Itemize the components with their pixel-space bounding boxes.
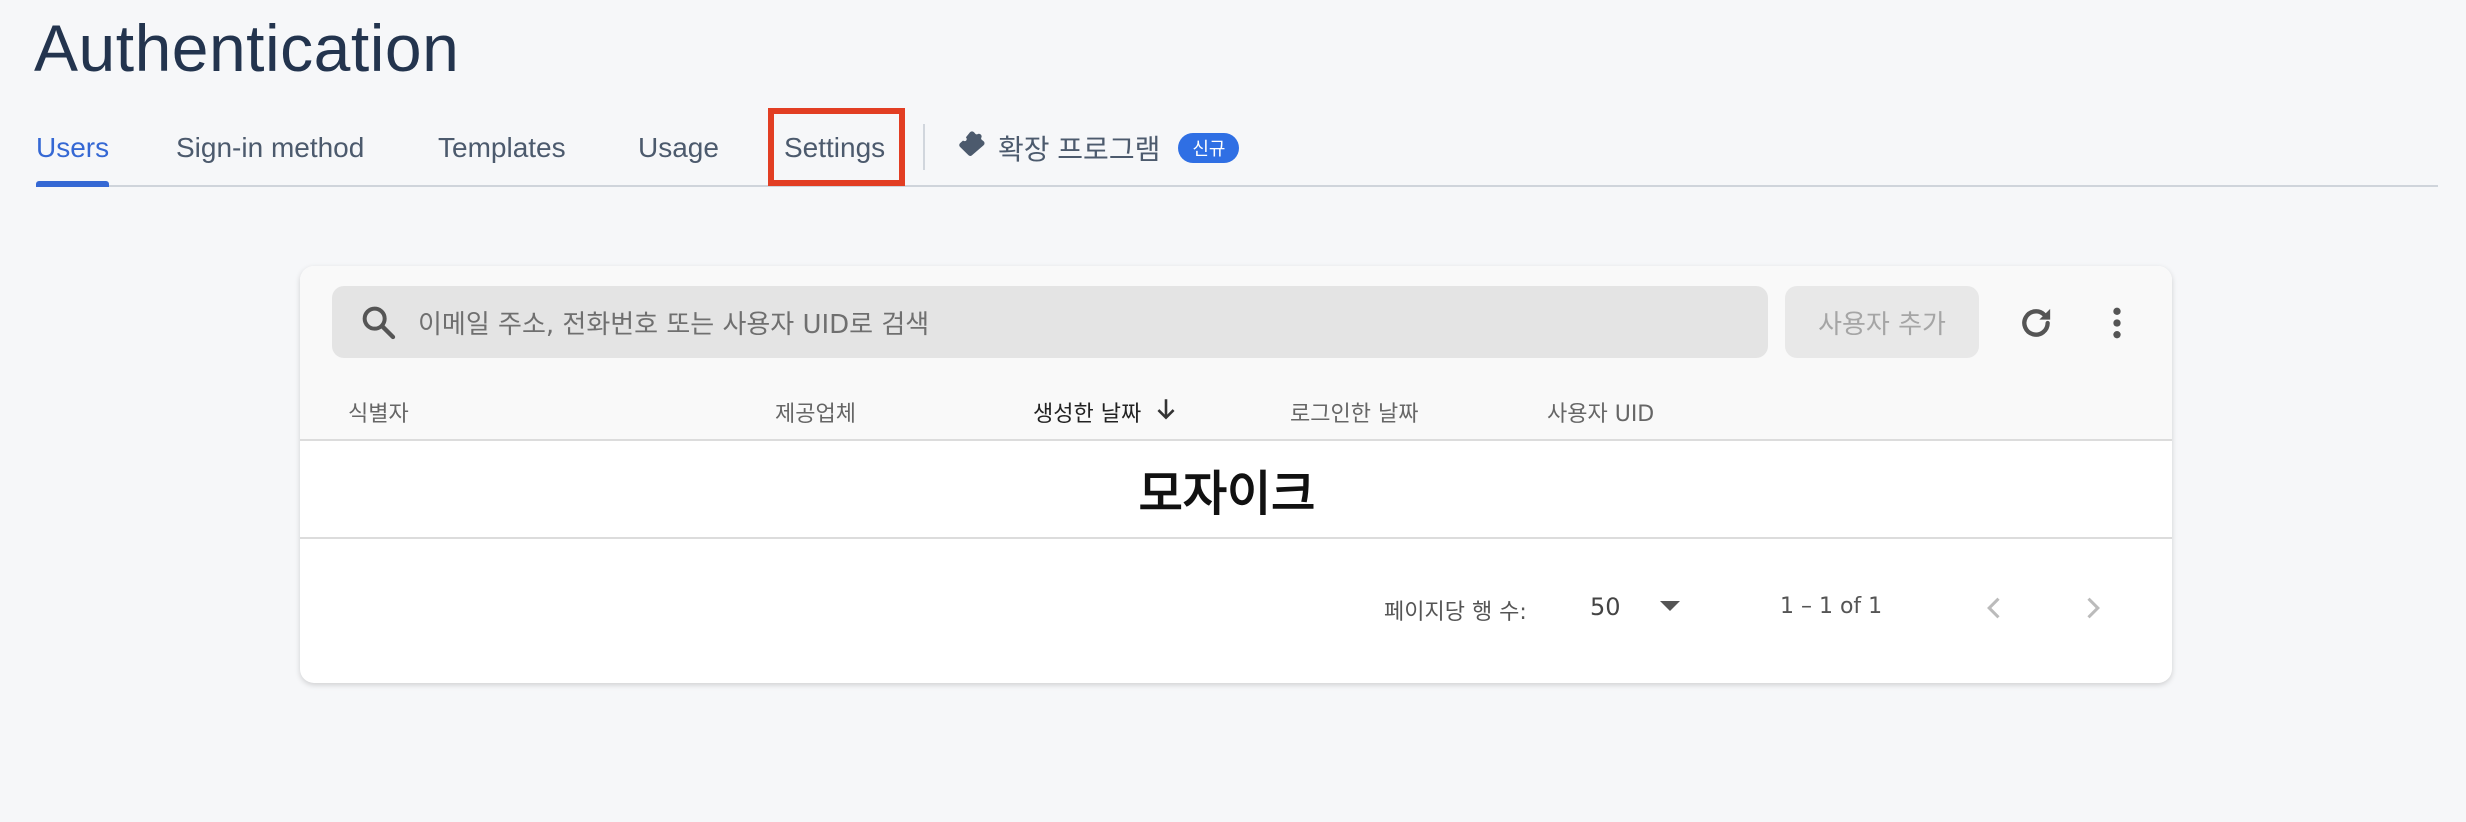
chevron-left-icon[interactable]: [1975, 588, 2015, 628]
add-user-button[interactable]: 사용자 추가: [1785, 286, 1979, 358]
users-table-card: 이메일 주소, 전화번호 또는 사용자 UID로 검색 사용자 추가 식별자 제…: [300, 266, 2172, 683]
column-header-identifier[interactable]: 식별자: [348, 396, 409, 428]
column-header-created[interactable]: 생성한 날짜: [1033, 396, 1179, 428]
rows-per-page-select[interactable]: 50: [1590, 584, 1690, 630]
search-placeholder: 이메일 주소, 전화번호 또는 사용자 UID로 검색: [418, 309, 930, 340]
chevron-down-icon: [1659, 598, 1681, 617]
column-header-user-uid[interactable]: 사용자 UID: [1547, 396, 1654, 428]
rows-per-page-label: 페이지당 행 수:: [1384, 600, 1527, 625]
tab-usage[interactable]: Usage: [638, 110, 719, 185]
chevron-right-icon[interactable]: [2072, 588, 2112, 628]
more-vert-icon[interactable]: [2094, 300, 2140, 346]
tab-templates[interactable]: Templates: [438, 110, 566, 185]
column-header-signed-in[interactable]: 로그인한 날짜: [1290, 396, 1418, 428]
search-input[interactable]: 이메일 주소, 전화번호 또는 사용자 UID로 검색: [332, 286, 1768, 358]
extensions-label: 확장 프로그램: [998, 133, 1161, 165]
tab-users[interactable]: Users: [36, 110, 110, 187]
column-header-created-label: 생성한 날짜: [1033, 402, 1142, 427]
pagination-range: 1 – 1 of 1: [1780, 594, 1883, 619]
table-row[interactable]: 모자이크: [300, 441, 2172, 539]
tab-extensions[interactable]: 확장 프로그램 신규: [956, 110, 1240, 185]
column-header-provider[interactable]: 제공업체: [775, 396, 856, 428]
arrow-down-icon: [1153, 396, 1179, 428]
page-title: Authentication: [34, 11, 460, 85]
table-header-area: 이메일 주소, 전화번호 또는 사용자 UID로 검색 사용자 추가 식별자 제…: [300, 266, 2172, 441]
mosaic-label: 모자이크: [1138, 466, 1316, 522]
tab-divider: [923, 124, 925, 170]
new-badge: 신규: [1178, 132, 1240, 163]
rows-per-page-value: 50: [1590, 593, 1621, 621]
tab-settings[interactable]: Settings: [784, 110, 885, 185]
refresh-icon[interactable]: [2013, 300, 2059, 346]
tab-sign-in-method[interactable]: Sign-in method: [176, 110, 364, 185]
tab-bar: Users Sign-in method Templates Usage Set…: [36, 110, 2438, 187]
search-icon: [358, 302, 398, 342]
puzzle-piece-icon: [956, 128, 988, 167]
